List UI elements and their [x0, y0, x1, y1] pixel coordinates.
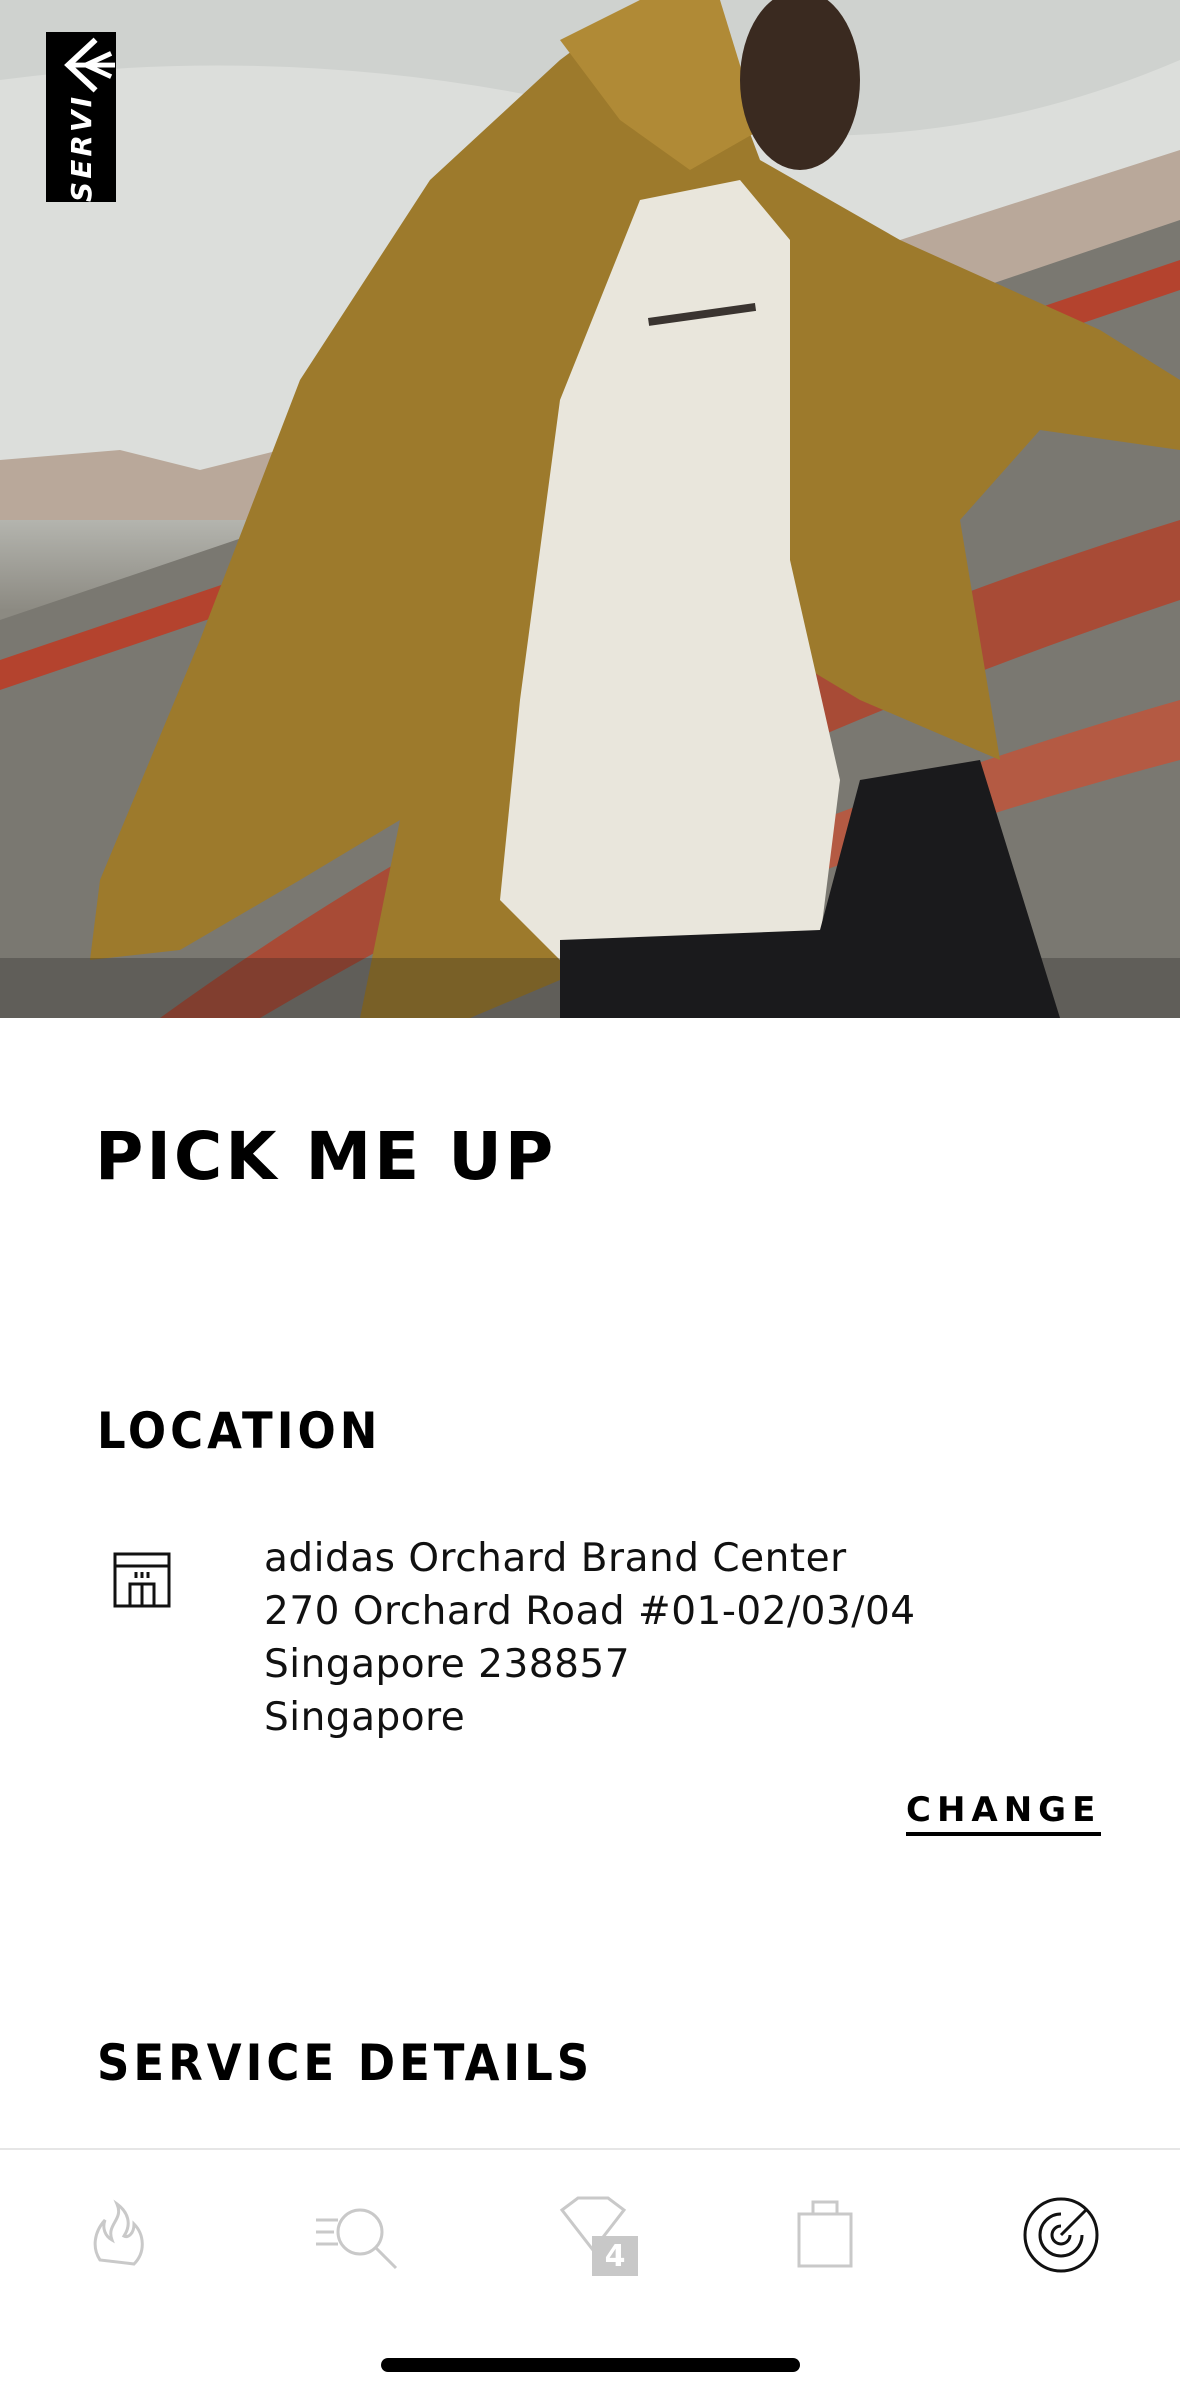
- page-title: PICK ME UP: [95, 1118, 557, 1195]
- store-icon: [113, 1552, 171, 1608]
- hero-photo: [0, 0, 1180, 1018]
- address-line-country: Singapore: [264, 1695, 466, 1740]
- home-indicator: [381, 2358, 800, 2372]
- back-arrow-icon: [64, 37, 116, 93]
- back-badge-label: SERVI: [64, 94, 98, 202]
- tab-bag[interactable]: [779, 2190, 869, 2280]
- bag-icon: [797, 2200, 853, 2268]
- hero-image: [0, 0, 1180, 1018]
- change-location-link[interactable]: CHANGE: [906, 1790, 1102, 1836]
- tab-wishlist[interactable]: 4: [548, 2190, 638, 2280]
- location-heading: LOCATION: [97, 1402, 382, 1460]
- address-line-street: 270 Orchard Road #01-02/03/04: [264, 1589, 916, 1634]
- search-icon: [316, 2208, 398, 2270]
- tab-search[interactable]: [312, 2190, 402, 2280]
- wishlist-count-badge: 4: [592, 2236, 638, 2276]
- service-details-heading: SERVICE DETAILS: [97, 2034, 594, 2092]
- store-address: adidas Orchard Brand Center 270 Orchard …: [264, 1532, 916, 1744]
- radar-icon: [1023, 2197, 1099, 2273]
- tab-trending[interactable]: [72, 2190, 162, 2280]
- address-line-store: adidas Orchard Brand Center: [264, 1536, 847, 1581]
- tab-services[interactable]: [1016, 2190, 1106, 2280]
- address-line-postal: Singapore 238857: [264, 1642, 631, 1687]
- back-button[interactable]: SERVI: [46, 32, 116, 202]
- flame-icon: [93, 2199, 144, 2266]
